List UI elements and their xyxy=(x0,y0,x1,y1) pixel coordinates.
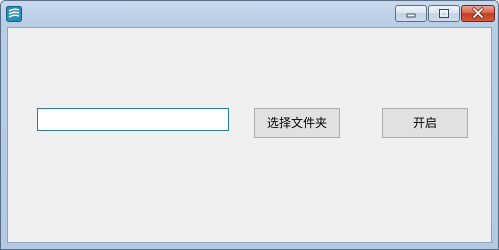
minimize-icon xyxy=(406,13,416,18)
app-icon[interactable] xyxy=(6,6,22,22)
maximize-button[interactable] xyxy=(428,5,460,22)
title-bar[interactable] xyxy=(1,1,498,27)
app-window: 选择文件夹 开启 xyxy=(0,0,499,250)
folder-path-input[interactable] xyxy=(37,108,229,131)
minimize-button[interactable] xyxy=(395,5,427,22)
close-icon xyxy=(472,7,484,19)
choose-folder-button[interactable]: 选择文件夹 xyxy=(254,108,340,138)
close-button[interactable] xyxy=(461,5,495,22)
maximize-icon xyxy=(439,9,449,18)
start-button[interactable]: 开启 xyxy=(382,108,468,138)
client-area: 选择文件夹 开启 xyxy=(7,27,492,243)
